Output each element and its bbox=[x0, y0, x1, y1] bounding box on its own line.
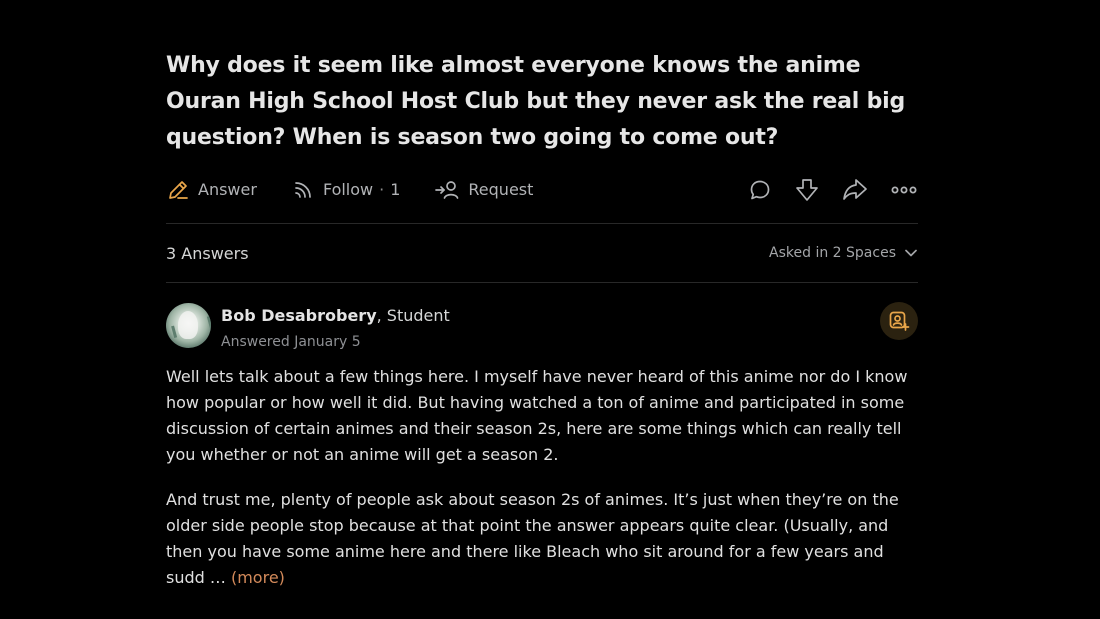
request-button-label: Request bbox=[468, 180, 534, 199]
downvote-button[interactable] bbox=[794, 177, 820, 203]
secondary-actions bbox=[748, 177, 918, 203]
spaces-label: Asked in 2 Spaces bbox=[769, 245, 896, 261]
answer-paragraph-truncated: And trust me, plenty of people ask about… bbox=[166, 487, 918, 591]
follow-button-label: Follow bbox=[322, 180, 374, 199]
author-name[interactable]: Bob Desabrobery bbox=[221, 306, 377, 325]
comment-icon bbox=[750, 180, 770, 199]
spaces-dropdown[interactable]: Asked in 2 Spaces bbox=[769, 245, 918, 261]
answer-paragraph: Well lets talk about a few things here. … bbox=[166, 367, 908, 464]
follow-count: 1 bbox=[390, 180, 401, 199]
more-icon bbox=[891, 185, 917, 193]
follow-button[interactable]: Follow · 1 bbox=[291, 178, 400, 202]
request-button[interactable]: Request bbox=[434, 178, 533, 202]
more-link[interactable]: (more) bbox=[231, 568, 285, 587]
share-button[interactable] bbox=[842, 177, 868, 203]
rss-icon bbox=[295, 181, 311, 198]
request-user-icon bbox=[435, 180, 459, 199]
answers-count: 3 Answers bbox=[166, 243, 249, 263]
primary-actions: Answer Follow · 1 Request bbox=[166, 178, 567, 202]
answers-bar: 3 Answers Asked in 2 Spaces bbox=[166, 224, 918, 283]
author-credential: Student bbox=[386, 306, 450, 325]
answered-date[interactable]: Answered January 5 bbox=[221, 334, 450, 350]
downvote-icon bbox=[796, 178, 818, 201]
follow-person-icon bbox=[889, 311, 910, 331]
follow-author-button[interactable] bbox=[880, 302, 918, 340]
more-options-button[interactable] bbox=[890, 178, 918, 202]
answer-card: Bob Desabrobery, Student Answered Januar… bbox=[166, 283, 918, 591]
pencil-icon bbox=[169, 180, 188, 199]
avatar[interactable] bbox=[166, 303, 211, 348]
author-meta: Bob Desabrobery, Student Answered Januar… bbox=[221, 303, 450, 350]
question-title[interactable]: Why does it seem like almost everyone kn… bbox=[166, 48, 918, 156]
follow-separator: · bbox=[379, 180, 385, 199]
share-icon bbox=[843, 178, 867, 200]
author-separator: , bbox=[376, 306, 387, 325]
author-row: Bob Desabrobery, Student Answered Januar… bbox=[166, 302, 918, 350]
answer-button-label: Answer bbox=[198, 180, 257, 199]
chevron-down-icon bbox=[905, 249, 917, 257]
question-page: Why does it seem like almost everyone kn… bbox=[166, 48, 918, 610]
answer-button[interactable]: Answer bbox=[166, 178, 257, 202]
author-line: Bob Desabrobery, Student bbox=[221, 305, 450, 327]
answer-body: Well lets talk about a few things here. … bbox=[166, 364, 918, 591]
question-action-bar: Answer Follow · 1 Request bbox=[166, 170, 918, 224]
comment-button[interactable] bbox=[748, 178, 772, 202]
